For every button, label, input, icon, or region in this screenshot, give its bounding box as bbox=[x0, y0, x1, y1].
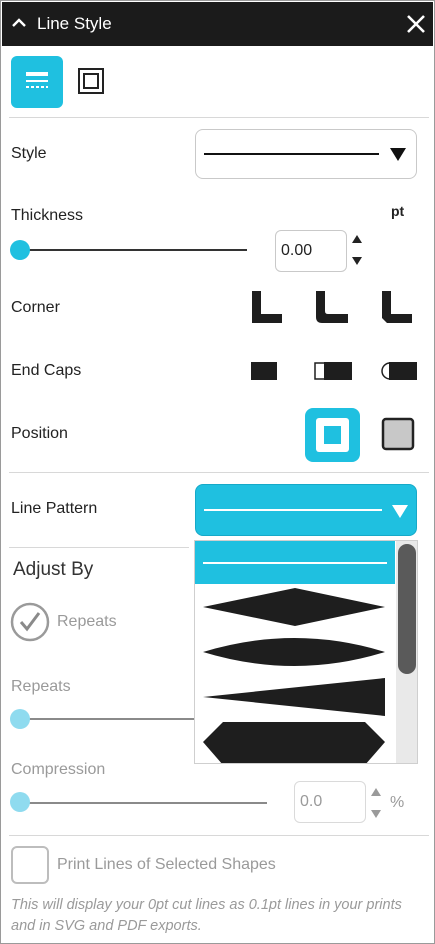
pattern-option-solid[interactable] bbox=[195, 541, 395, 584]
repeats-label: Repeats bbox=[11, 678, 71, 695]
thickness-slider-knob[interactable] bbox=[10, 240, 30, 260]
repeats-slider-track[interactable] bbox=[19, 718, 195, 720]
pattern-solid-preview bbox=[204, 509, 382, 511]
cap-round-icon[interactable] bbox=[379, 362, 417, 380]
pattern-option-taper[interactable] bbox=[195, 674, 395, 720]
thickness-input[interactable]: 0.00 bbox=[275, 230, 347, 272]
dropdown-arrow-icon bbox=[392, 505, 408, 518]
outline-square-icon bbox=[78, 68, 104, 94]
repeats-slider-knob[interactable] bbox=[10, 709, 30, 729]
compression-label: Compression bbox=[11, 761, 106, 778]
dropdown-scrollbar-thumb[interactable] bbox=[398, 544, 416, 674]
divider bbox=[9, 117, 429, 118]
cap-square-icon[interactable] bbox=[314, 362, 352, 380]
print-lines-note: This will display your 0pt cut lines as … bbox=[11, 897, 402, 934]
position-outside-icon[interactable] bbox=[381, 417, 415, 451]
repeats-radio-checked-icon[interactable] bbox=[10, 602, 50, 642]
close-icon[interactable] bbox=[405, 13, 427, 35]
corner-round-icon[interactable] bbox=[316, 291, 348, 323]
panel-title: Line Style bbox=[37, 14, 112, 33]
corner-bevel-icon[interactable] bbox=[382, 291, 412, 323]
compression-stepper-icon[interactable] bbox=[370, 786, 382, 820]
print-lines-label[interactable]: Print Lines of Selected Shapes bbox=[57, 856, 276, 874]
pattern-option-diamond[interactable] bbox=[195, 584, 395, 630]
thickness-stepper-icon[interactable] bbox=[351, 233, 363, 267]
divider bbox=[9, 835, 429, 836]
pattern-option-hexagon[interactable] bbox=[195, 720, 395, 763]
print-lines-checkbox[interactable] bbox=[11, 846, 49, 884]
title-bar: Line Style bbox=[2, 2, 433, 46]
thickness-label: Thickness bbox=[11, 207, 84, 224]
position-label: Position bbox=[11, 425, 68, 442]
line-pattern-select[interactable] bbox=[195, 484, 417, 536]
pattern-option-lens[interactable] bbox=[195, 630, 395, 674]
pattern-diamond-preview bbox=[203, 588, 385, 626]
style-select[interactable] bbox=[195, 129, 417, 179]
line-pattern-label: Line Pattern bbox=[11, 500, 98, 517]
line-pattern-dropdown-list bbox=[194, 540, 418, 764]
line-style-icon bbox=[26, 72, 48, 88]
end-caps-label: End Caps bbox=[11, 362, 82, 379]
adjust-by-heading: Adjust By bbox=[13, 559, 94, 580]
divider bbox=[9, 472, 429, 473]
pattern-solid-preview bbox=[203, 562, 387, 564]
line-style-tab[interactable] bbox=[11, 56, 63, 108]
corner-miter-icon[interactable] bbox=[252, 291, 282, 323]
solid-line-preview bbox=[204, 153, 379, 155]
style-label: Style bbox=[11, 145, 47, 162]
line-style-panel: Line Style Style Thickness pt 0.00 Corne… bbox=[0, 0, 435, 944]
repeats-option-label[interactable]: Repeats bbox=[57, 613, 117, 631]
thickness-unit: pt bbox=[391, 203, 405, 219]
pattern-hexagon-preview bbox=[203, 722, 385, 763]
dropdown-arrow-icon bbox=[390, 148, 406, 161]
compression-input[interactable]: 0.0 bbox=[294, 781, 366, 823]
thickness-slider-track[interactable] bbox=[19, 249, 247, 251]
position-inside-button[interactable] bbox=[305, 408, 360, 462]
corner-label: Corner bbox=[11, 299, 60, 316]
position-inside-icon bbox=[316, 418, 349, 452]
pattern-lens-preview bbox=[203, 638, 385, 666]
outline-tab[interactable] bbox=[76, 66, 106, 96]
pattern-taper-preview bbox=[203, 678, 385, 716]
compression-slider-knob[interactable] bbox=[10, 792, 30, 812]
compression-unit: % bbox=[390, 794, 405, 811]
divider bbox=[9, 547, 189, 548]
chevron-up-icon[interactable] bbox=[10, 14, 28, 32]
compression-slider-track[interactable] bbox=[19, 802, 267, 804]
cap-butt-icon[interactable] bbox=[251, 362, 277, 380]
